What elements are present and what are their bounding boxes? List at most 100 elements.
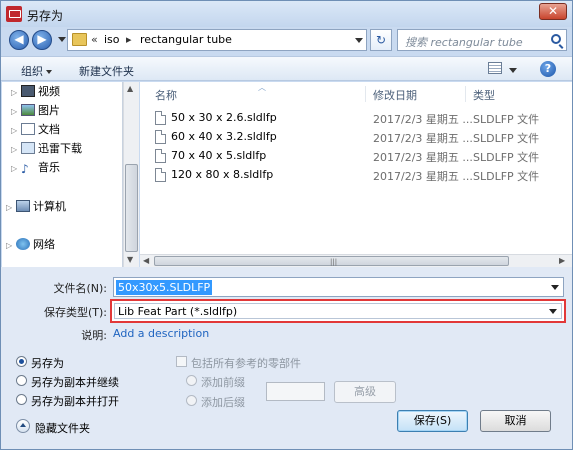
- breadcrumb-iso[interactable]: iso: [104, 33, 120, 46]
- file-type: SLDLFP 文件: [473, 113, 540, 126]
- add-description-link[interactable]: Add a description: [113, 327, 209, 340]
- chevron-down-icon[interactable]: [551, 285, 559, 290]
- file-name: 50 x 30 x 2.6.sldlfp: [171, 111, 277, 124]
- scrollbar-thumb[interactable]: |||: [154, 256, 509, 266]
- column-header-name[interactable]: 名称: [155, 87, 177, 103]
- column-header-type[interactable]: 类型: [473, 87, 495, 103]
- search-icon: [551, 34, 561, 44]
- sidebar-item-computer[interactable]: ▷ 计算机: [6, 199, 66, 215]
- add-prefix-radio[interactable]: [186, 375, 197, 386]
- file-date: 2017/2/3 星期五 ...: [373, 132, 473, 145]
- window-title: 另存为: [27, 9, 64, 23]
- prefix-suffix-input[interactable]: [266, 382, 325, 401]
- save-copy-continue-radio[interactable]: [16, 375, 27, 386]
- collapse-up-icon[interactable]: [16, 419, 30, 433]
- forward-button[interactable]: ▶: [32, 30, 52, 50]
- file-row[interactable]: 60 x 40 x 3.2.sldlfp 2017/2/3 星期五 ... SL…: [154, 128, 572, 146]
- help-icon[interactable]: ?: [540, 61, 556, 77]
- filename-label: 文件名(N):: [53, 282, 107, 295]
- hide-folders-button[interactable]: 隐藏文件夹: [35, 420, 90, 436]
- address-overflow-chevron[interactable]: «: [91, 33, 98, 46]
- chevron-down-icon[interactable]: [549, 309, 557, 314]
- save-copy-open-label[interactable]: 另存为副本并打开: [31, 393, 119, 409]
- save-as-dialog: 另存为 ✕ ◀ ▶ « iso ▸ rectangular tube ↻ 搜索 …: [0, 0, 573, 450]
- scroll-left-arrow-icon[interactable]: ◀: [143, 256, 149, 265]
- save-as-radio[interactable]: [16, 356, 27, 367]
- search-input[interactable]: 搜索 rectangular tube: [397, 29, 567, 51]
- filename-field[interactable]: 50x30x5.SLDLFP: [113, 277, 564, 297]
- organize-menu[interactable]: 组织: [21, 63, 52, 79]
- folder-icon: [72, 33, 87, 46]
- scroll-down-arrow-icon[interactable]: ▼: [127, 255, 133, 264]
- new-folder-button[interactable]: 新建文件夹: [79, 63, 134, 79]
- command-toolbar: 组织 新建文件夹 ?: [1, 56, 572, 81]
- music-icon: ♪: [21, 162, 29, 176]
- scrollbar-thumb[interactable]: [125, 164, 138, 252]
- filetype-select-highlight[interactable]: Lib Feat Part (*.sldlfp): [110, 299, 566, 323]
- sidebar-item-music[interactable]: ▷ ♪ 音乐: [11, 160, 60, 176]
- sidebar-item-network[interactable]: ▷ 网络: [6, 237, 55, 253]
- file-icon: [155, 168, 166, 182]
- file-icon: [155, 130, 166, 144]
- file-icon: [155, 149, 166, 163]
- sidebar-item-label: 迅雷下载: [38, 142, 82, 155]
- scroll-right-arrow-icon[interactable]: ▶: [559, 256, 565, 265]
- file-list: ︿ 名称 修改日期 类型 50 x 30 x 2.6.sldlfp 2017/2…: [140, 82, 572, 254]
- save-copy-continue-label[interactable]: 另存为副本并继续: [31, 374, 119, 390]
- sidebar-item-pictures[interactable]: ▷ 图片: [11, 103, 60, 119]
- breadcrumb-separator-icon[interactable]: ▸: [126, 33, 132, 46]
- expand-arrow-icon[interactable]: ▷: [6, 238, 16, 254]
- organize-label: 组织: [21, 65, 43, 78]
- refresh-button[interactable]: ↻: [370, 29, 392, 51]
- save-button[interactable]: 保存(S): [397, 410, 468, 432]
- column-divider[interactable]: [365, 86, 366, 102]
- file-list-scrollbar[interactable]: ◀ ||| ▶: [140, 254, 572, 267]
- scroll-up-arrow-icon[interactable]: ▲: [127, 84, 133, 93]
- back-button[interactable]: ◀: [9, 30, 29, 50]
- file-row[interactable]: 70 x 40 x 5.sldlfp 2017/2/3 星期五 ... SLDL…: [154, 147, 572, 165]
- cancel-button[interactable]: 取消: [480, 410, 551, 432]
- close-button[interactable]: ✕: [539, 3, 567, 20]
- expand-arrow-icon[interactable]: ▷: [11, 123, 21, 139]
- column-divider[interactable]: [465, 86, 466, 102]
- description-label: 说明:: [81, 329, 107, 342]
- file-type: SLDLFP 文件: [473, 151, 540, 164]
- recent-locations-dropdown[interactable]: [58, 37, 66, 42]
- title-bar[interactable]: 另存为 ✕: [1, 1, 572, 27]
- sidebar-item-documents[interactable]: ▷ 文档: [11, 122, 60, 138]
- file-type: SLDLFP 文件: [473, 132, 540, 145]
- expand-arrow-icon[interactable]: ▷: [11, 142, 21, 158]
- view-options-icon[interactable]: [488, 62, 502, 74]
- add-prefix-label: 添加前缀: [201, 376, 245, 389]
- scrollbar-grip-icon: |||: [330, 258, 338, 266]
- sidebar-item-video[interactable]: ▷ 视频: [11, 84, 60, 100]
- column-header-date[interactable]: 修改日期: [373, 87, 417, 103]
- advanced-button[interactable]: 高级: [334, 381, 396, 403]
- file-date: 2017/2/3 星期五 ...: [373, 170, 473, 183]
- sort-ascending-icon: ︿: [258, 83, 266, 92]
- address-dropdown-icon[interactable]: [355, 38, 363, 43]
- file-row[interactable]: 50 x 30 x 2.6.sldlfp 2017/2/3 星期五 ... SL…: [154, 109, 572, 127]
- breadcrumb-rectangular-tube[interactable]: rectangular tube: [140, 33, 232, 46]
- address-bar[interactable]: « iso ▸ rectangular tube: [67, 29, 367, 51]
- include-references-checkbox[interactable]: [176, 356, 187, 367]
- expand-arrow-icon[interactable]: ▷: [6, 200, 16, 216]
- expand-arrow-icon[interactable]: ▷: [11, 161, 21, 177]
- expand-arrow-icon[interactable]: ▷: [11, 85, 21, 101]
- network-icon: [16, 238, 30, 250]
- save-copy-open-radio[interactable]: [16, 394, 27, 405]
- navigation-pane-scrollbar[interactable]: ▲ ▼: [123, 82, 139, 267]
- expand-arrow-icon[interactable]: ▷: [11, 104, 21, 120]
- save-as-label[interactable]: 另存为: [31, 355, 64, 371]
- picture-icon: [21, 104, 35, 116]
- view-dropdown-icon[interactable]: [509, 68, 517, 73]
- file-icon: [155, 111, 166, 125]
- sidebar-item-label: 文档: [38, 123, 60, 136]
- filename-value[interactable]: 50x30x5.SLDLFP: [116, 280, 213, 295]
- add-suffix-radio[interactable]: [186, 395, 197, 406]
- sidebar-item-xunlei-downloads[interactable]: ▷ 迅雷下载: [11, 141, 82, 157]
- filetype-select[interactable]: Lib Feat Part (*.sldlfp): [114, 303, 562, 319]
- file-row[interactable]: 120 x 80 x 8.sldlfp 2017/2/3 星期五 ... SLD…: [154, 166, 572, 184]
- file-name: 60 x 40 x 3.2.sldlfp: [171, 130, 277, 143]
- sidebar-item-label: 网络: [33, 238, 55, 251]
